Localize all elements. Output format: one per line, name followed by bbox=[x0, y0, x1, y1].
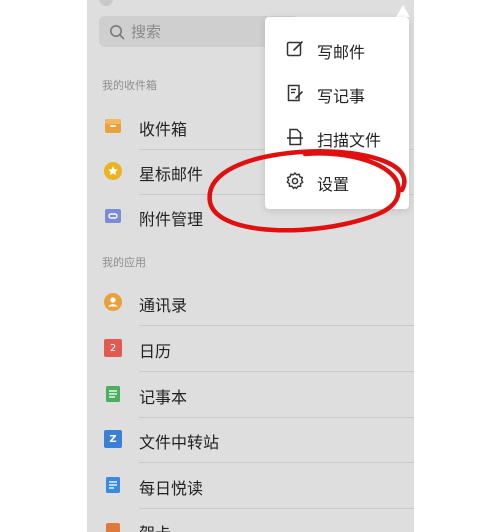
menu-item-write-note[interactable]: 写记事 bbox=[265, 71, 409, 115]
sidebar-item-label: 每日悦读 bbox=[139, 479, 204, 498]
sidebar-item-label: 收件箱 bbox=[139, 120, 188, 139]
compose-icon bbox=[285, 39, 305, 59]
sidebar-item-label: 星标邮件 bbox=[139, 165, 204, 184]
menu-item-label: 扫描文件 bbox=[317, 131, 382, 150]
file-transfer-icon: Z bbox=[104, 430, 122, 448]
section-title-apps: 我的应用 bbox=[102, 256, 146, 269]
calendar-icon: 2 bbox=[104, 339, 122, 357]
sidebar-item-label: 附件管理 bbox=[139, 210, 204, 229]
sidebar-item-label: 通讯录 bbox=[139, 296, 188, 315]
star-icon bbox=[104, 162, 122, 180]
menu-item-scan[interactable]: 扫描文件 bbox=[265, 115, 409, 159]
inbox-tray-icon bbox=[104, 117, 122, 135]
sidebar-item-notes[interactable]: 记事本 bbox=[87, 372, 414, 418]
sidebar-item-daily-reading[interactable]: 每日悦读 bbox=[87, 463, 414, 509]
avatar[interactable] bbox=[99, 0, 113, 6]
popup-menu: 写邮件 写记事 扫描文件 设置 bbox=[265, 17, 409, 209]
menu-pointer bbox=[396, 5, 410, 17]
notes-icon bbox=[104, 385, 122, 403]
scan-document-icon bbox=[285, 127, 305, 147]
menu-item-label: 写记事 bbox=[317, 87, 366, 106]
section-title-inbox: 我的收件箱 bbox=[102, 79, 157, 92]
sidebar-item-file-transfer[interactable]: Z 文件中转站 bbox=[87, 417, 414, 463]
contacts-icon bbox=[104, 293, 122, 311]
sidebar-item-label: 贺卡 bbox=[139, 520, 171, 532]
menu-item-settings[interactable]: 设置 bbox=[265, 159, 409, 203]
daily-reading-icon bbox=[104, 476, 122, 494]
menu-item-compose[interactable]: 写邮件 bbox=[265, 27, 409, 71]
write-note-icon bbox=[285, 83, 305, 103]
sidebar-item-label: 文件中转站 bbox=[139, 433, 220, 452]
attachment-icon bbox=[104, 207, 122, 225]
sidebar-item-contacts[interactable]: 通讯录 bbox=[87, 280, 414, 326]
sidebar-item-greeting-card[interactable]: 贺卡 bbox=[87, 508, 414, 532]
sidebar-item-label: 日历 bbox=[139, 342, 172, 361]
search-icon bbox=[109, 24, 125, 40]
file-transfer-glyph: Z bbox=[109, 433, 117, 445]
search-placeholder: 搜索 bbox=[131, 23, 162, 41]
sidebar-item-label: 记事本 bbox=[139, 388, 188, 407]
menu-item-label: 写邮件 bbox=[317, 43, 366, 62]
menu-item-label: 设置 bbox=[317, 175, 350, 194]
greeting-card-icon bbox=[104, 521, 122, 532]
calendar-day-glyph: 2 bbox=[109, 342, 117, 354]
sidebar-item-calendar[interactable]: 2 日历 bbox=[87, 326, 414, 372]
gear-icon bbox=[285, 171, 305, 191]
